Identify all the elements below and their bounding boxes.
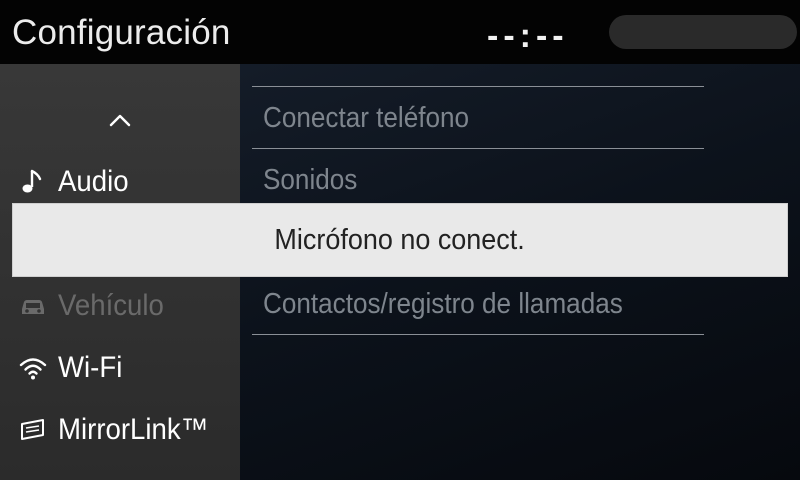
notification-popup[interactable]: Micrófono no conect.	[12, 203, 788, 277]
wifi-icon	[19, 358, 47, 380]
page-title: Configuración	[12, 13, 231, 52]
divider	[252, 334, 704, 335]
sidebar-item-label: MirrorLink™	[58, 413, 209, 446]
sidebar-item-vehicle: Vehículo	[18, 286, 173, 326]
menu-item-connect-phone[interactable]: Conectar teléfono	[263, 102, 492, 135]
divider	[252, 148, 704, 149]
top-bar: Configuración --:--	[0, 0, 800, 64]
mirrorlink-icon	[21, 419, 44, 440]
sidebar-item-mirrorlink[interactable]: MirrorLink™	[18, 410, 221, 450]
menu-item-label: Contactos/registro de llamadas	[263, 288, 623, 320]
menu-item-label: Sonidos	[263, 164, 358, 196]
popup-message: Micrófono no conect.	[274, 223, 526, 256]
sidebar-item-label: Wi-Fi	[58, 351, 123, 384]
sidebar-item-label: Audio	[58, 165, 129, 198]
menu-item-contacts[interactable]: Contactos/registro de llamadas	[263, 288, 663, 321]
music-note-icon	[22, 169, 42, 193]
sidebar-item-label: Vehículo	[58, 289, 164, 322]
clock: --:--	[487, 17, 569, 55]
divider	[252, 86, 704, 87]
car-icon	[22, 300, 44, 314]
scroll-up-icon[interactable]	[108, 110, 132, 130]
sidebar-item-wifi[interactable]: Wi-Fi	[18, 348, 128, 388]
status-area	[609, 15, 797, 49]
menu-item-label: Conectar teléfono	[263, 102, 470, 134]
menu-item-sounds[interactable]: Sonidos	[263, 164, 368, 197]
sidebar-item-audio[interactable]: Audio	[18, 162, 135, 202]
